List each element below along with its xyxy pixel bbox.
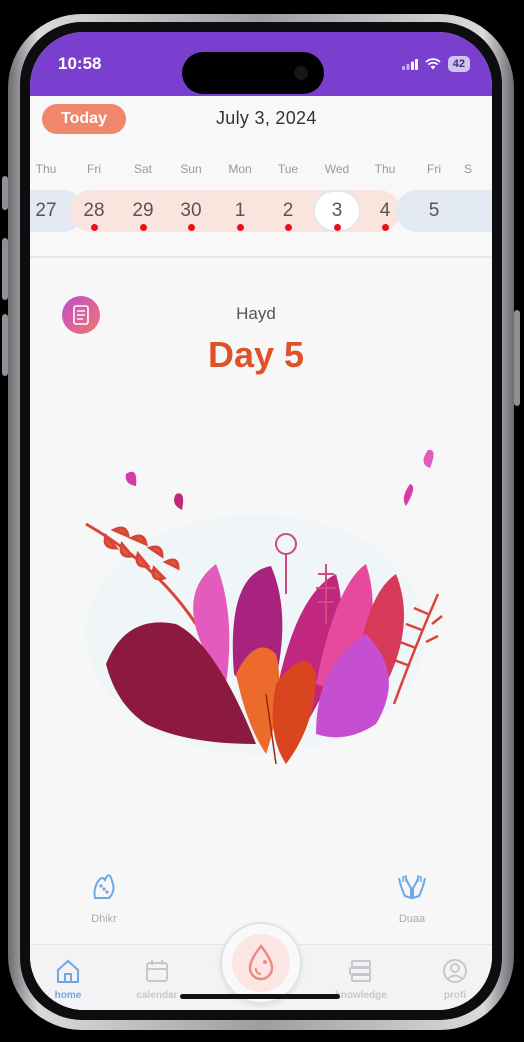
weekday-label: S [463, 162, 472, 176]
power-button [514, 310, 520, 406]
weekday-label: Thu [35, 162, 57, 176]
day-cell-selected[interactable]: 3 [313, 196, 361, 226]
weekday-label: Fri [87, 162, 101, 176]
day-cell[interactable]: 28 [70, 196, 118, 226]
day-cell[interactable]: 5 [410, 196, 458, 226]
status-bar: 10:58 42 [30, 32, 492, 96]
signal-icon [401, 58, 418, 70]
day-cell[interactable]: 2 [264, 196, 312, 226]
weekday-label: Mon [228, 162, 252, 176]
volume-up-button [2, 238, 8, 300]
weekday-label: Tue [277, 162, 299, 176]
period-dot [188, 224, 195, 231]
books-icon [349, 960, 371, 982]
floral-illustration [85, 449, 443, 765]
prayer-beads-hand-icon [93, 874, 115, 899]
tab-home[interactable]: home [33, 945, 103, 1001]
day-cell[interactable]: 1 [216, 196, 264, 226]
profile-icon [443, 959, 467, 983]
home-icon [57, 959, 79, 983]
period-dot [91, 224, 98, 231]
day-cell[interactable]: 27 [30, 196, 70, 226]
screen: 10:58 42 Today July 3, 2024 Thu Fri Sat [30, 32, 492, 1010]
tab-knowledge[interactable]: knowledge [326, 945, 396, 1001]
calendar-header: Today July 3, 2024 Thu Fri Sat Sun Mon T… [30, 96, 492, 258]
tab-calendar[interactable]: calendar [122, 945, 192, 1001]
today-button[interactable]: Today [42, 104, 126, 134]
dhikr-button[interactable]: Dhikr [74, 870, 134, 925]
day-cell[interactable]: 29 [119, 196, 167, 226]
dynamic-island [182, 52, 324, 94]
period-dot [334, 224, 341, 231]
praying-hands-icon [398, 875, 426, 900]
home-indicator [180, 994, 340, 999]
duaa-label: Duaa [398, 913, 426, 925]
tab-profile-label: profi [443, 990, 467, 1001]
weekday-row: Thu Fri Sat Sun Mon Tue Wed Thu Fri S [30, 162, 492, 182]
weekday-label: Sun [180, 162, 202, 176]
calendar-icon [146, 960, 168, 982]
log-period-button[interactable] [220, 922, 302, 1004]
weekday-label: Sat [133, 162, 152, 176]
status-icons: 42 [401, 56, 470, 72]
fab-inner [232, 934, 290, 992]
phase-label: Hayd [236, 304, 276, 323]
status-time: 10:58 [58, 54, 102, 73]
day-cell[interactable]: 4 [361, 196, 409, 226]
duaa-button[interactable]: Duaa [382, 870, 442, 925]
battery-indicator: 42 [447, 56, 470, 72]
period-dot [285, 224, 292, 231]
weekday-label: Thu [374, 162, 396, 176]
tab-home-label: home [54, 990, 82, 1001]
period-dot [140, 224, 147, 231]
day-cell[interactable]: 30 [167, 196, 215, 226]
period-dot [237, 224, 244, 231]
weekday-label: Wed [324, 162, 350, 176]
tab-profile[interactable]: profi [420, 945, 490, 1001]
date-title: July 3, 2024 [216, 108, 317, 128]
blood-drop-icon [248, 943, 274, 981]
weekday-label: Fri [427, 162, 441, 176]
volume-down-button [2, 314, 8, 376]
camera-icon [294, 66, 308, 80]
dhikr-label: Dhikr [91, 913, 117, 925]
action-button [2, 176, 8, 210]
day-count: Day 5 [207, 334, 305, 375]
period-dot [382, 224, 389, 231]
wifi-icon [425, 58, 441, 70]
